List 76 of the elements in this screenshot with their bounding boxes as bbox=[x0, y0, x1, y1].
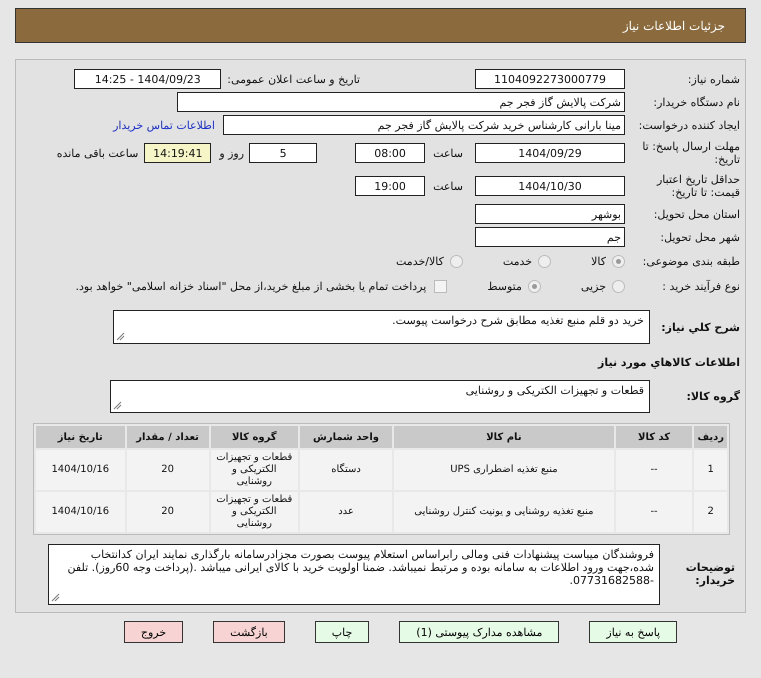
table-cell: 20 bbox=[126, 450, 209, 490]
days-field[interactable]: 5 bbox=[249, 143, 318, 163]
table-cell: 1404/10/16 bbox=[36, 450, 125, 490]
treasury-note: پرداخت تمام یا بخشی از مبلغ خرید،از محل "اسناد خزانه اسلامی" خواهد بود. bbox=[76, 280, 426, 292]
field-label: نام دستگاه خریدار: bbox=[652, 96, 741, 108]
resize-grip-icon[interactable] bbox=[116, 332, 125, 341]
action-button[interactable]: چاپ bbox=[314, 621, 370, 643]
remaining-time-field: 14:19:41 bbox=[144, 143, 212, 163]
field-label: مهلت ارسال پاسخ: تا تاریخ: bbox=[641, 140, 741, 166]
column-header: ردیف bbox=[694, 426, 727, 448]
radio-label: کالا/خدمت bbox=[396, 254, 444, 268]
creator-field[interactable]: مینا بارانی کارشناس خرید شرکت پالایش گاز فجر جم bbox=[223, 115, 625, 135]
resize-grip-icon[interactable] bbox=[113, 400, 122, 410]
validity-time-field[interactable]: 19:00 bbox=[355, 176, 426, 196]
remaining-label: ساعت باقی مانده bbox=[56, 146, 138, 160]
province-field[interactable]: بوشهر bbox=[475, 204, 625, 224]
radio-label: جزیی bbox=[580, 280, 606, 292]
field-label: نوع فرآیند خرید : bbox=[661, 280, 741, 292]
field-label: ایجاد کننده درخواست: bbox=[638, 118, 741, 132]
time-label: ساعت bbox=[433, 180, 463, 192]
table-cell: -- bbox=[616, 450, 692, 490]
column-header: نام کالا bbox=[394, 426, 614, 448]
time-label: ساعت bbox=[433, 146, 463, 160]
city-field[interactable]: جم bbox=[475, 227, 625, 247]
table-cell: قطعات و تجهیزات الکتریکی و روشنایی bbox=[210, 492, 298, 532]
radio-label: کالا bbox=[591, 254, 606, 268]
buyer-field[interactable]: شرکت پالایش گاز فجر جم bbox=[177, 92, 625, 112]
resize-grip-icon[interactable] bbox=[51, 592, 60, 602]
deadline-date-field[interactable]: 1404/09/29 bbox=[475, 143, 625, 163]
announce-date-field[interactable]: 1404/09/23 - 14:25 bbox=[74, 69, 222, 89]
buyer-notes-field[interactable]: فروشندگان میباست پیشنهادات فنی ومالی رابراساس استعلام پیوست بصورت مجزادرسامانه بارگذاری نمایند ایران کدانتخاب شده،جهت ورود اطلاعات به سامانه بوده و مرتبط نمیباشد. ضمنا اولویت خرید با کالای ایرانی میباشد .(پرداخت وجه 60روز). تلفن -07731682588. bbox=[48, 544, 660, 604]
field-label: شهر محل تحویل: bbox=[659, 230, 741, 244]
days-label: روز و bbox=[219, 146, 244, 160]
column-header: تاریخ نیاز bbox=[36, 426, 125, 448]
field-label: حداقل تاریخ اعتبار قیمت: تا تاریخ: bbox=[656, 173, 741, 199]
field-label: استان محل تحویل: bbox=[652, 208, 741, 220]
page-title: جزئیات اطلاعات نیاز bbox=[622, 18, 725, 32]
radio-label: خدمت bbox=[502, 254, 532, 268]
column-header: واحد شمارش bbox=[300, 426, 392, 448]
table-cell: 20 bbox=[126, 492, 209, 532]
description-field[interactable]: خرید دو قلم منبع تغذیه مطابق شرح درخواست پیوست. bbox=[113, 310, 650, 344]
checkbox[interactable] bbox=[434, 280, 448, 292]
table-cell: 2 bbox=[694, 492, 727, 532]
field-label: توضیحات خریدار: bbox=[684, 561, 736, 587]
field-label: شماره نیاز: bbox=[686, 72, 741, 86]
column-header: کد کالا bbox=[616, 426, 692, 448]
table-cell: -- bbox=[616, 492, 692, 532]
need-number-field[interactable]: 1104092273000779 bbox=[475, 69, 625, 89]
validity-date-field[interactable]: 1404/10/30 bbox=[475, 176, 625, 196]
table-cell: منبع تغذیه روشنایی و یونیت کنترل روشنایی bbox=[394, 492, 614, 532]
action-button[interactable]: خروج bbox=[124, 621, 184, 643]
table-cell: منبع تغذیه اضطراری UPS bbox=[394, 450, 614, 490]
radio-button[interactable] bbox=[450, 254, 463, 268]
column-header: تعداد / مقدار bbox=[126, 426, 209, 448]
table-cell: دستگاه bbox=[300, 450, 392, 490]
table-cell: 1404/10/16 bbox=[36, 492, 125, 532]
radio-button[interactable] bbox=[538, 254, 552, 268]
radio-button[interactable] bbox=[612, 254, 625, 268]
field-label: تاریخ و ساعت اعلان عمومی: bbox=[227, 72, 361, 86]
goods-group-field[interactable]: قطعات و تجهیزات الکتریکی و روشنایی bbox=[110, 380, 650, 412]
action-button[interactable]: مشاهده مدارک پیوستی (1) bbox=[399, 621, 560, 643]
table-cell: 1 bbox=[694, 450, 727, 490]
deadline-time-field[interactable]: 08:00 bbox=[355, 143, 426, 163]
table-cell: عدد bbox=[300, 492, 392, 532]
buyer-contact-link[interactable]: اطلاعات تماس خریدار bbox=[113, 118, 215, 132]
field-label: طبقه بندی موضوعی: bbox=[642, 254, 741, 268]
section-title: اطلاعات کالاهاي مورد نياز bbox=[596, 356, 741, 368]
radio-button[interactable] bbox=[528, 280, 541, 292]
field-label: شرح کلي نياز: bbox=[660, 320, 741, 334]
table-cell: قطعات و تجهیزات الکتریکی و روشنایی bbox=[210, 450, 298, 490]
action-button[interactable]: پاسخ به نیاز bbox=[589, 621, 678, 643]
field-label: گروه کالا: bbox=[685, 390, 741, 402]
action-button[interactable]: بازگشت bbox=[213, 621, 285, 643]
radio-button[interactable] bbox=[612, 280, 625, 292]
radio-label: متوسط bbox=[487, 280, 522, 292]
column-header: گروه کالا bbox=[210, 426, 298, 448]
